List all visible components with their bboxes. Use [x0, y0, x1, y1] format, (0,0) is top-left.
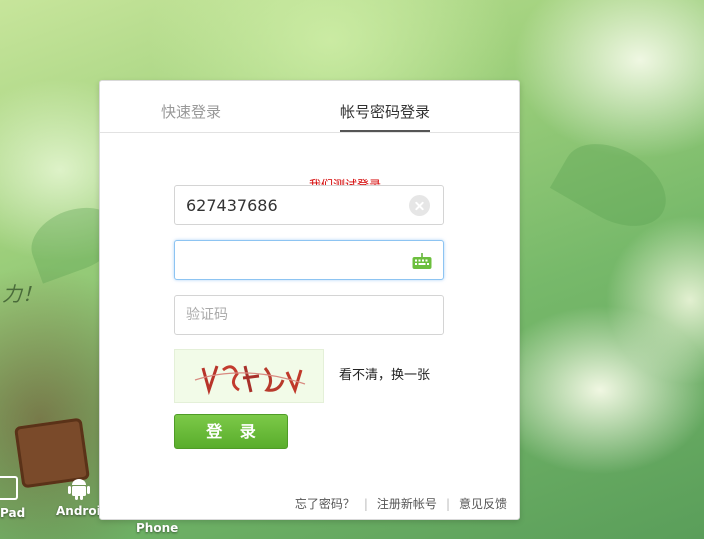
platform-phone-label: Phone	[136, 521, 179, 535]
captcha-glyphs	[194, 365, 306, 396]
feedback-link[interactable]: 意见反馈	[459, 495, 507, 512]
platform-pad-label: Pad	[0, 506, 26, 520]
username-field	[174, 185, 444, 225]
tablet-icon	[0, 476, 18, 500]
background-leaf	[549, 127, 681, 243]
footer-divider: |	[363, 496, 368, 511]
tab-quick-login[interactable]: 快速登录	[161, 101, 221, 130]
platform-phone-link[interactable]: Phone	[136, 521, 178, 535]
captcha-image[interactable]	[174, 349, 324, 403]
platform-pad-link[interactable]: Pad	[0, 476, 25, 520]
panel-footer: 忘了密码？ | 注册新帐号 | 意见反馈	[295, 495, 507, 512]
captcha-refresh-link[interactable]: 看不清，换一张	[339, 364, 430, 383]
login-button[interactable]: 登 录	[174, 414, 288, 449]
android-icon	[68, 479, 90, 500]
footer-divider: |	[445, 496, 450, 511]
clear-icon[interactable]	[409, 195, 430, 216]
login-tabs: 快速登录 帐号密码登录	[100, 81, 519, 133]
keyboard-icon[interactable]	[412, 252, 432, 270]
password-input[interactable]	[175, 241, 405, 279]
password-field	[174, 240, 444, 280]
captcha-input[interactable]	[175, 296, 405, 334]
forgot-password-link[interactable]: 忘了密码？	[295, 495, 355, 512]
tab-account-login[interactable]: 帐号密码登录	[340, 101, 431, 132]
background-brush-text: 力！	[2, 282, 42, 306]
login-panel: 快速登录 帐号密码登录 我们测试登录	[99, 80, 520, 520]
register-link[interactable]: 注册新帐号	[377, 495, 437, 512]
username-input[interactable]	[175, 186, 405, 224]
captcha-field	[174, 295, 444, 335]
